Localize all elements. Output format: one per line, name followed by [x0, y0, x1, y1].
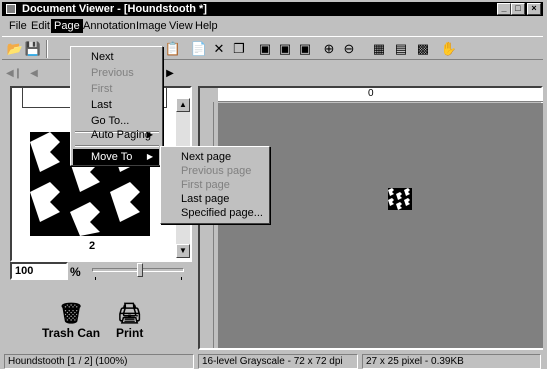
- menu-annotation[interactable]: Annotation: [80, 19, 139, 33]
- next-page-icon[interactable]: ▶: [162, 66, 178, 82]
- menu-page[interactable]: Page: [51, 19, 83, 33]
- menu-item-first: First: [91, 83, 113, 95]
- ruler-corner: [200, 88, 218, 102]
- document-viewer-window: Document Viewer - [Houndstooth *] _ □ × …: [0, 0, 547, 369]
- zoom-unit: %: [70, 265, 81, 279]
- app-icon[interactable]: [6, 4, 16, 14]
- auto-paging-label: Auto Paging: [91, 129, 151, 141]
- ruler-origin-label: 0: [368, 88, 374, 99]
- vertical-ruler: [200, 102, 214, 348]
- document-image[interactable]: [388, 188, 412, 210]
- thumbnail-page-number: 2: [88, 240, 96, 252]
- close-button[interactable]: ×: [527, 3, 541, 15]
- printer-icon: 🖨: [116, 303, 143, 325]
- menu-separator: [75, 145, 159, 147]
- menu-image[interactable]: Image: [133, 19, 170, 33]
- scroll-up-icon[interactable]: ▲: [176, 98, 190, 112]
- copy-icon[interactable]: ❐: [230, 40, 248, 58]
- menu-file[interactable]: File: [6, 19, 30, 33]
- save-icon[interactable]: 💾: [24, 40, 42, 58]
- clipboard-icon[interactable]: 📄: [190, 40, 208, 58]
- delete-icon[interactable]: ✕: [210, 40, 228, 58]
- slider-tick: [95, 277, 96, 280]
- slider-tick: [181, 277, 182, 280]
- status-color-depth: 16-level Grayscale - 72 x 72 dpi: [198, 354, 358, 369]
- menu-help[interactable]: Help: [192, 19, 221, 33]
- maximize-button[interactable]: □: [511, 3, 525, 15]
- menu-item-auto-paging[interactable]: Auto Paging ▶: [73, 127, 159, 143]
- zoom-in-icon[interactable]: ⊕: [320, 40, 338, 58]
- menu-bar: File Edit Page Annotation Image View Hel…: [2, 18, 543, 34]
- menu-edit[interactable]: Edit: [28, 19, 53, 33]
- menu-item-move-to[interactable]: Move To ▶: [73, 149, 159, 165]
- trash-can-label: Trash Can: [42, 326, 101, 340]
- trash-can-button[interactable]: 🗑 Trash Can: [42, 302, 100, 340]
- print-button[interactable]: 🖨 Print: [116, 302, 143, 340]
- zoom-input[interactable]: 100: [10, 262, 68, 280]
- page-right-icon[interactable]: ▣: [276, 40, 294, 58]
- menu-item-previous: Previous: [91, 67, 134, 79]
- prev-page-icon[interactable]: ◀: [26, 66, 42, 82]
- double-page-icon[interactable]: ▤: [392, 40, 410, 58]
- single-page-icon[interactable]: ▦: [370, 40, 388, 58]
- window-title: Document Viewer - [Houndstooth *]: [22, 3, 207, 15]
- paste-icon[interactable]: 📋: [164, 40, 182, 58]
- document-canvas[interactable]: [218, 103, 543, 348]
- toolbar-separator: [46, 40, 48, 58]
- status-document: Houndstooth [1 / 2] (100%): [4, 354, 194, 369]
- hand-icon[interactable]: ✋: [440, 40, 458, 58]
- trash-can-icon: 🗑: [58, 303, 84, 325]
- scroll-down-icon[interactable]: ▼: [176, 244, 190, 258]
- multi-page-icon[interactable]: ▩: [414, 40, 432, 58]
- page-down-icon[interactable]: ▣: [256, 40, 274, 58]
- zoom-slider-handle[interactable]: [137, 263, 143, 277]
- submenu-arrow-icon: ▶: [146, 152, 153, 161]
- print-label: Print: [116, 326, 144, 340]
- open-icon[interactable]: 📂: [6, 40, 24, 58]
- horizontal-ruler: 0: [218, 88, 543, 102]
- title-bar[interactable]: Document Viewer - [Houndstooth *] _ □ ×: [2, 2, 543, 16]
- menu-item-next[interactable]: Next: [73, 49, 159, 65]
- page-left-icon[interactable]: ▣: [296, 40, 314, 58]
- bottom-dock: 🗑 Trash Can 🖨 Print: [2, 290, 196, 350]
- first-page-icon[interactable]: ◀❙: [6, 66, 22, 82]
- move-to-submenu: Next page Previous page First page Last …: [160, 146, 270, 224]
- move-to-label: Move To: [91, 151, 133, 163]
- minimize-button[interactable]: _: [497, 3, 511, 15]
- zoom-out-icon[interactable]: ⊖: [340, 40, 358, 58]
- menu-item-specified-page[interactable]: Specified page...: [163, 205, 267, 221]
- menu-item-last[interactable]: Last: [73, 97, 159, 113]
- status-bar: Houndstooth [1 / 2] (100%) 16-level Gray…: [2, 354, 543, 369]
- status-image-size: 27 x 25 pixel - 0.39KB: [362, 354, 541, 369]
- page-menu: Next Previous First Last Go To... Auto P…: [70, 46, 163, 166]
- submenu-arrow-icon: ▶: [146, 130, 153, 139]
- zoom-slider[interactable]: [92, 263, 184, 280]
